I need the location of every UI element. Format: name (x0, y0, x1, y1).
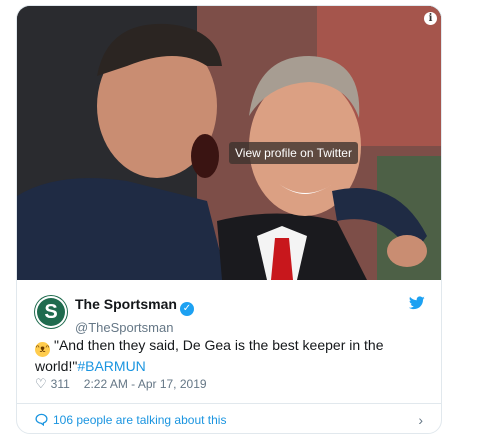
author-handle[interactable]: @TheSportsman (75, 320, 194, 335)
hashtag-link[interactable]: #BARMUN (77, 358, 145, 374)
tweet-card[interactable]: i View profile on Twitter S The Sportsma… (16, 5, 442, 434)
heart-icon[interactable]: ♡ (35, 376, 47, 392)
tweet-timestamp[interactable]: 2:22 AM - Apr 17, 2019 (84, 377, 207, 391)
talking-about-link[interactable]: 106 people are talking about this › (17, 404, 441, 433)
chevron-right-icon[interactable]: › (418, 412, 423, 428)
speech-bubble-icon (35, 413, 48, 426)
author-display-name[interactable]: The Sportsman (75, 296, 177, 312)
tweet-photo[interactable]: i View profile on Twitter (17, 6, 441, 280)
twitter-bird-icon[interactable] (409, 296, 425, 310)
laughing-emoji-icon: ᵔᴥᵔ (35, 342, 50, 357)
view-profile-overlay[interactable]: View profile on Twitter (229, 142, 358, 164)
info-icon[interactable]: i (424, 12, 437, 25)
tweet-header: S The Sportsman ✓ @TheSportsman (17, 280, 441, 335)
avatar[interactable]: S (35, 296, 67, 328)
tweet-text: ᵔᴥᵔ "And then they said, De Gea is the be… (35, 336, 425, 375)
author-block[interactable]: The Sportsman ✓ @TheSportsman (75, 296, 194, 335)
verified-badge-icon: ✓ (179, 302, 194, 316)
tweet-meta: ♡ 311 2:22 AM - Apr 17, 2019 (35, 376, 207, 392)
like-count[interactable]: 311 (51, 377, 70, 391)
talking-about-text[interactable]: 106 people are talking about this (53, 413, 226, 427)
